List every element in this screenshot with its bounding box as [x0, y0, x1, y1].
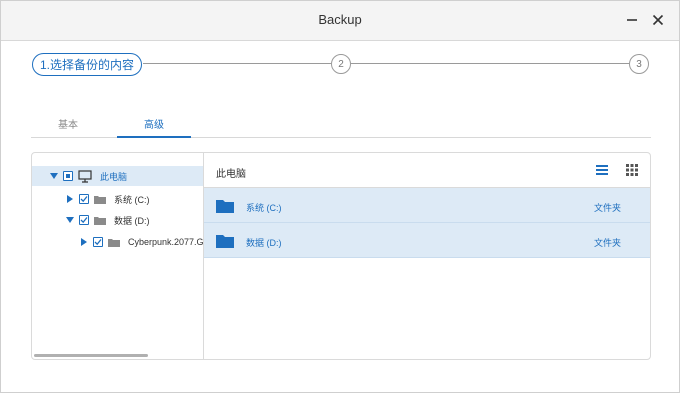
folder-icon — [216, 200, 234, 213]
list-item[interactable]: 系统 (C:) 文件夹 — [204, 188, 650, 223]
tree-item-label: 数据 (D:) — [114, 215, 150, 226]
grid-view-icon[interactable] — [626, 164, 638, 176]
step-connector — [143, 63, 331, 64]
computer-icon — [78, 169, 92, 183]
breadcrumb: 此电脑 — [216, 169, 246, 180]
tree-checkbox[interactable] — [79, 215, 89, 225]
step-connector — [351, 63, 629, 64]
chevron-right-icon[interactable] — [65, 194, 75, 204]
tab-advanced[interactable]: 高级 — [117, 116, 191, 138]
step-2: 2 — [331, 54, 351, 74]
tab-basic[interactable]: 基本 — [31, 116, 105, 138]
folder-icon — [108, 238, 120, 247]
tree-item-label: 此电脑 — [100, 171, 128, 182]
window-title: Backup — [318, 12, 362, 27]
item-type: 文件夹 — [594, 203, 622, 213]
tree-checkbox[interactable] — [63, 171, 73, 181]
backup-window: Backup 1.选择备份的内容 2 3 基本 高级 此电脑 系统 (C:) 数… — [0, 0, 680, 393]
folder-icon — [216, 235, 234, 248]
source-selection-panel: 此电脑 系统 (C:) 数据 (D:) Cyberpunk.2077.G 此电脑… — [31, 152, 651, 360]
chevron-down-icon[interactable] — [49, 171, 59, 181]
tree-item-drive-d[interactable]: 数据 (D:) — [32, 210, 150, 230]
chevron-down-icon[interactable] — [65, 215, 75, 225]
step-1-current: 1.选择备份的内容 — [32, 53, 142, 76]
close-icon — [652, 14, 664, 26]
title-bar: Backup — [1, 1, 679, 41]
tab-bar: 基本 高级 — [31, 116, 651, 138]
close-button[interactable] — [647, 9, 669, 31]
chevron-right-icon[interactable] — [79, 237, 89, 247]
folder-icon — [94, 195, 106, 204]
list-view-icon[interactable] — [596, 164, 608, 176]
horizontal-scrollbar[interactable] — [34, 354, 148, 357]
tree-item-this-pc[interactable]: 此电脑 — [32, 166, 203, 186]
step-3: 3 — [629, 54, 649, 74]
minimize-icon — [627, 19, 637, 21]
tree-item-drive-c[interactable]: 系统 (C:) — [32, 189, 150, 209]
list-item[interactable]: 数据 (D:) 文件夹 — [204, 223, 650, 258]
content-header: 此电脑 — [204, 153, 650, 188]
folder-content: 此电脑 系统 (C:) 文件夹 数据 (D:) 文件夹 — [204, 153, 650, 359]
folder-tree: 此电脑 系统 (C:) 数据 (D:) Cyberpunk.2077.G — [32, 153, 204, 359]
item-type: 文件夹 — [594, 238, 622, 248]
tree-checkbox[interactable] — [79, 194, 89, 204]
minimize-button[interactable] — [621, 9, 643, 31]
folder-icon — [94, 216, 106, 225]
item-name: 系统 (C:) — [246, 203, 282, 213]
tree-item-label: Cyberpunk.2077.G — [128, 237, 204, 247]
tree-item-cyberpunk[interactable]: Cyberpunk.2077.G — [32, 232, 204, 252]
tree-checkbox[interactable] — [93, 237, 103, 247]
tree-item-label: 系统 (C:) — [114, 194, 150, 205]
item-name: 数据 (D:) — [246, 238, 282, 248]
